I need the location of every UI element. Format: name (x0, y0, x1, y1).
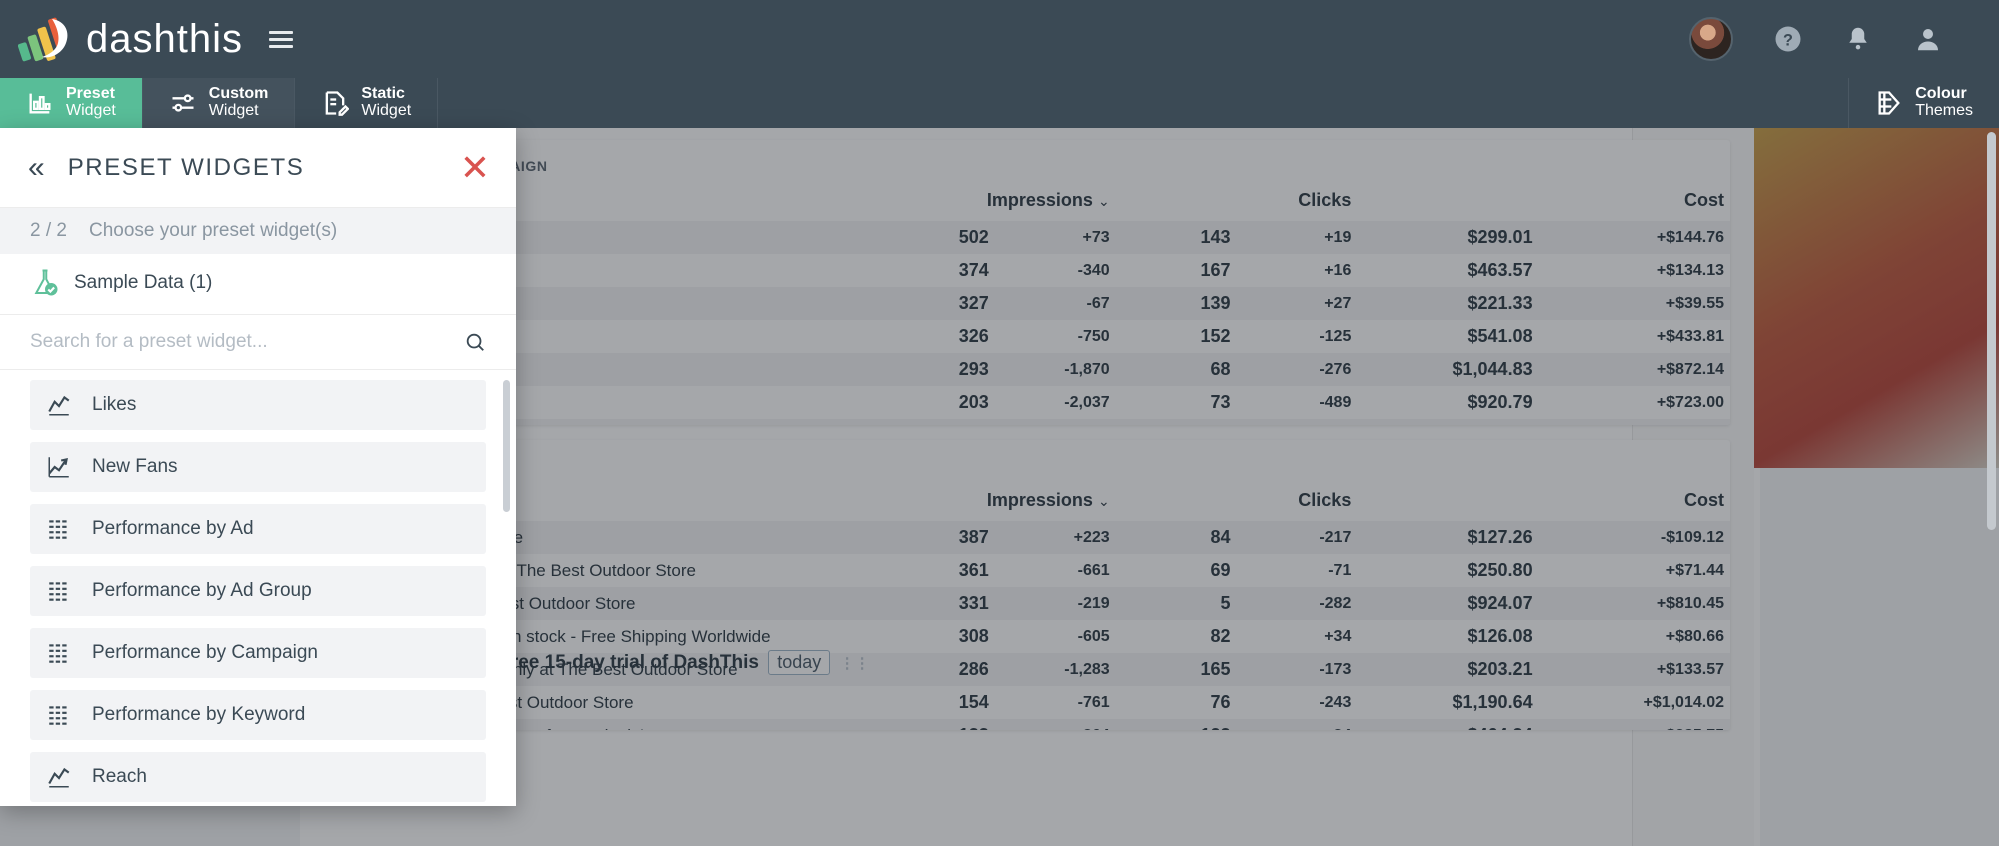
top-bar-actions: ? (1689, 17, 1999, 61)
user-icon[interactable] (1913, 24, 1943, 54)
table-icon (49, 520, 67, 539)
brand-name: dashthis (86, 16, 243, 61)
help-circle-icon[interactable]: ? (1773, 24, 1803, 54)
preset-widget-item-2[interactable]: Performance by Ad (30, 504, 486, 554)
tab-preset-line1: Preset (66, 85, 115, 103)
tab-colour-line2: Themes (1915, 102, 1973, 119)
preset-widget-item-0[interactable]: Likes (30, 380, 486, 430)
table-icon (49, 644, 67, 663)
sliders-icon (172, 94, 194, 112)
preset-widget-item-label: New Fans (92, 456, 178, 477)
panel-title: PRESET WIDGETS (67, 153, 305, 181)
flask-check-icon (34, 269, 58, 296)
search-input[interactable] (30, 331, 464, 353)
dashthis-logo-icon (18, 17, 68, 62)
table-icon (49, 706, 67, 725)
tab-colour-themes[interactable]: Colour Themes (1848, 78, 1999, 128)
preset-widget-item-label: Likes (92, 394, 137, 415)
step-number: 2 / 2 (30, 220, 67, 241)
preset-widget-item-label: Performance by Ad (92, 518, 254, 539)
line-chart-up-icon (48, 457, 69, 478)
preset-widget-item-label: Performance by Campaign (92, 642, 318, 663)
table-icon (49, 582, 67, 601)
preset-widgets-panel: « PRESET WIDGETS ✕ 2 / 2 Choose your pre… (0, 128, 516, 806)
close-icon[interactable]: ✕ (460, 149, 490, 186)
palette-icon (1878, 91, 1901, 115)
tab-preset-line2: Widget (66, 102, 116, 119)
tab-static-line1: Static (361, 85, 405, 103)
preset-widget-list[interactable]: Likes New Fans Performance by Ad Performanc… (0, 370, 516, 806)
double-chevron-left-icon[interactable]: « (28, 151, 45, 185)
preset-widget-item-label: Reach (92, 766, 147, 787)
tab-preset-widget[interactable]: Preset Widget (0, 78, 143, 128)
preset-widget-item-label: Performance by Ad Group (92, 580, 312, 601)
bar-chart-icon (29, 93, 51, 114)
preset-widget-item-6[interactable]: Reach (30, 752, 486, 802)
tab-custom-line1: Custom (208, 85, 269, 103)
preset-widget-item-1[interactable]: New Fans (30, 442, 486, 492)
bell-icon[interactable] (1843, 24, 1873, 54)
tab-static-line2: Widget (361, 102, 412, 119)
line-chart-icon (48, 767, 70, 788)
line-chart-icon (48, 395, 70, 416)
step-text: Choose your preset widget(s) (88, 220, 338, 241)
panel-step-bar: 2 / 2 Choose your preset widget(s) (0, 208, 516, 254)
user-avatar[interactable] (1689, 17, 1733, 61)
top-bar: dashthis ? (0, 0, 1999, 78)
tab-colour-line1: Colour (1915, 85, 1967, 103)
hamburger-icon[interactable] (268, 30, 293, 48)
tab-custom-line2: Widget (208, 102, 259, 119)
panel-header: « PRESET WIDGETS ✕ (0, 128, 516, 208)
widget-type-navbar: Preset Widget Custom Widget Static Widge… (0, 78, 1999, 128)
page-scrollbar[interactable] (1987, 132, 1996, 530)
preset-widget-item-label: Performance by Keyword (92, 704, 306, 725)
tab-static-widget[interactable]: Static Widget (295, 78, 439, 128)
preset-widget-item-5[interactable]: Performance by Keyword (30, 690, 486, 740)
data-source-row[interactable]: Sample Data (1) (0, 254, 516, 315)
data-source-label: Sample Data (1) (74, 272, 213, 293)
search-row[interactable] (0, 315, 516, 370)
document-edit-icon (326, 91, 350, 116)
panel-scrollbar[interactable] (503, 380, 510, 512)
preset-widget-item-4[interactable]: Performance by Campaign (30, 628, 486, 678)
svg-text:?: ? (1783, 31, 1793, 49)
tab-custom-widget[interactable]: Custom Widget (142, 78, 296, 128)
search-icon[interactable] (464, 331, 486, 353)
preset-widget-item-3[interactable]: Performance by Ad Group (30, 566, 486, 616)
brand[interactable]: dashthis (0, 13, 293, 65)
